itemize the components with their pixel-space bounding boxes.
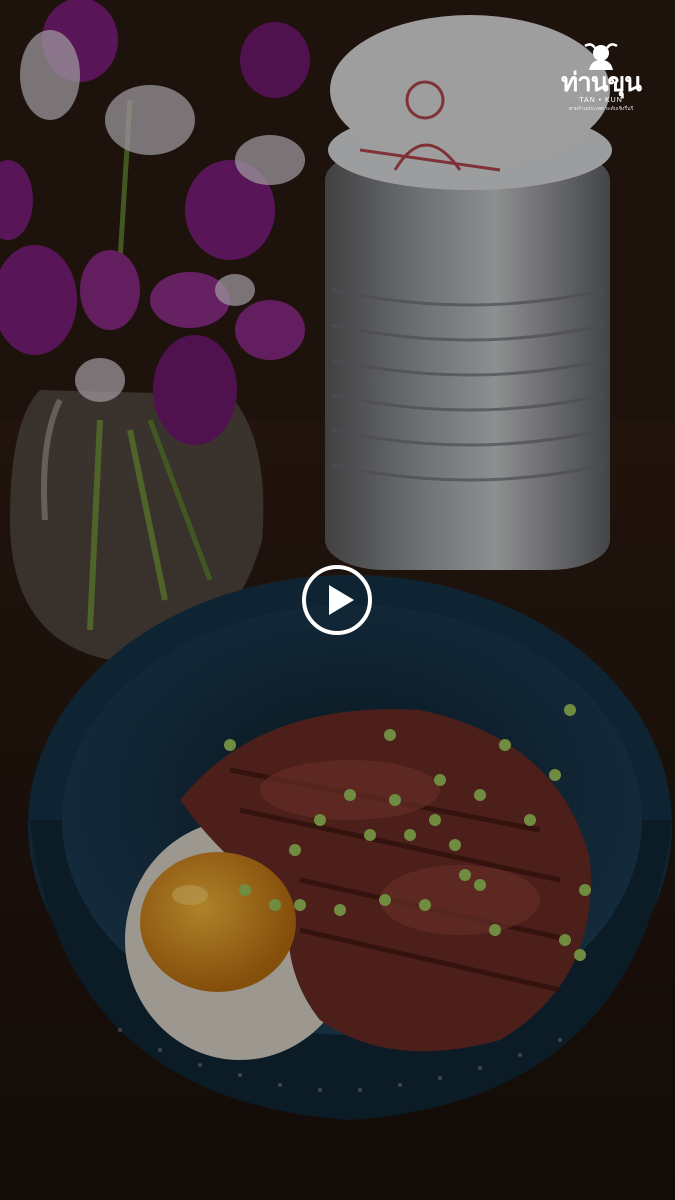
brand-name-latin: TAN • KUN	[579, 97, 623, 104]
brand-tagline: ตามร้านประเทศ ระดับเชิงรื่นรี	[568, 106, 634, 112]
play-button[interactable]	[302, 565, 372, 635]
brand-name-thai: ท่านขุน	[560, 68, 642, 98]
brand-logo: ท่านขุน TAN • KUN ตามร้านประเทศ ระดับเชิ…	[555, 40, 647, 113]
play-icon	[329, 585, 354, 615]
video-player[interactable]: ท่านขุน TAN • KUN ตามร้านประเทศ ระดับเชิ…	[0, 0, 675, 1200]
bull-mascot-icon	[584, 43, 618, 70]
